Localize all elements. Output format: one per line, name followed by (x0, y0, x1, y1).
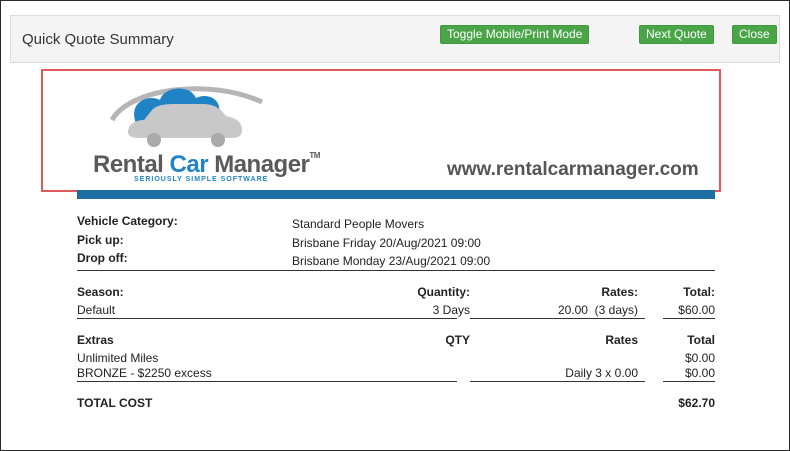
close-button[interactable]: Close (732, 25, 777, 44)
extras-header: Extras (77, 333, 114, 347)
dialog-title: Quick Quote Summary (22, 31, 174, 48)
extra-rates: Daily 3 x 0.00 (565, 366, 638, 380)
extra-name: Unlimited Miles (77, 351, 159, 365)
toggle-mobile-print-button[interactable]: Toggle Mobile/Print Mode (440, 25, 590, 44)
website-url: www.rentalcarmanager.com (447, 159, 699, 180)
vehicle-category-label: Vehicle Category: (77, 214, 178, 228)
dialog-header: Quick Quote Summary Toggle Mobile/Print … (10, 15, 780, 63)
dropoff-label: Drop off: (77, 251, 128, 265)
vehicle-category-value: Standard People Movers (292, 217, 425, 231)
qty-header: QTY (445, 333, 470, 347)
extras-total-header: Total (687, 333, 715, 347)
extra-total: $0.00 (684, 351, 715, 365)
car-cloud-logo-icon (109, 86, 264, 147)
extra-total: $0.00 (684, 366, 715, 380)
season-value: Default (77, 303, 116, 317)
rates-value: 20.00 (3 days) (557, 303, 638, 317)
extra-name: BRONZE - $2250 excess (77, 366, 212, 380)
total-cost-label: TOTAL COST (77, 396, 153, 410)
season-header: Season: (77, 285, 124, 299)
pickup-value: Brisbane Friday 20/Aug/2021 09:00 (292, 236, 481, 250)
total-value: $60.00 (678, 303, 715, 317)
banner-divider-bar (77, 190, 715, 199)
extras-rates-header: Rates (605, 333, 638, 347)
next-quote-button[interactable]: Next Quote (639, 25, 714, 44)
logo-wordmark: Rental Car ManagerTM (93, 151, 320, 178)
dropoff-value: Brisbane Monday 23/Aug/2021 09:00 (292, 254, 491, 268)
total-header: Total: (683, 285, 715, 299)
total-cost-value: $62.70 (678, 396, 715, 410)
pickup-label: Pick up: (77, 233, 124, 247)
divider (77, 381, 457, 382)
divider (77, 318, 457, 319)
quantity-header: Quantity: (417, 285, 470, 299)
divider (663, 381, 715, 382)
divider (470, 318, 645, 319)
quantity-value: 3 Days (432, 303, 470, 317)
divider (470, 381, 645, 382)
logo-tagline: SERIOUSLY SIMPLE SOFTWARE (134, 176, 269, 183)
divider (77, 270, 715, 271)
rates-header: Rates: (601, 285, 638, 299)
divider (663, 318, 715, 319)
